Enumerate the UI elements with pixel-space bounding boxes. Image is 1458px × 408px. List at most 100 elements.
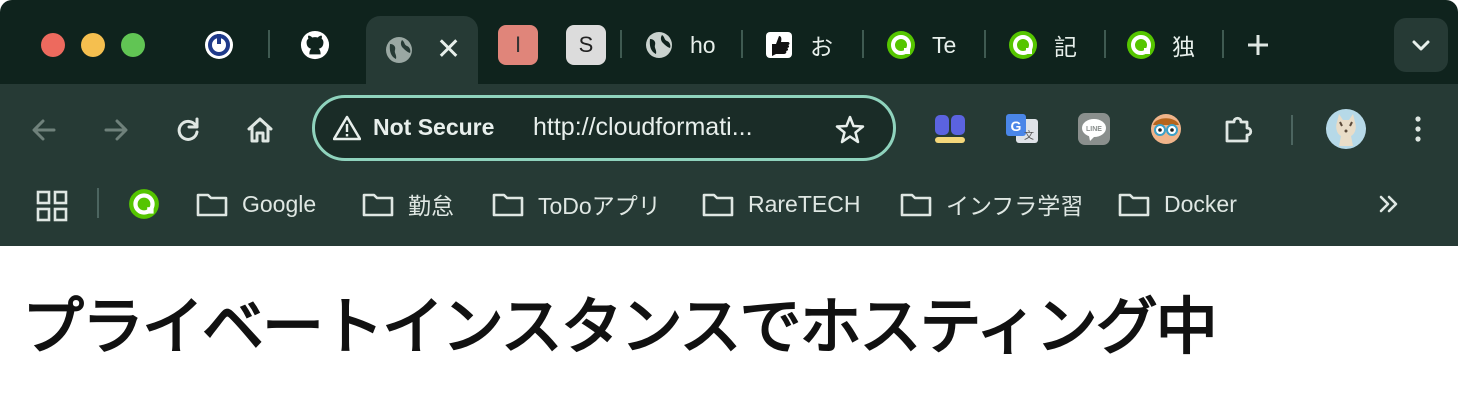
folder-icon	[1118, 193, 1150, 217]
tab-title: ho	[690, 31, 716, 58]
bookmark-label: インフラ学習	[946, 193, 1084, 219]
tab-ho[interactable]: ho	[644, 20, 720, 70]
address-bar[interactable]: Not Secure http://cloudformati...	[312, 95, 896, 161]
svg-text:G: G	[1011, 118, 1022, 134]
thumbs-up-icon	[764, 30, 794, 60]
url-text[interactable]: http://cloudformati...	[533, 113, 753, 142]
globe-icon	[644, 30, 674, 60]
qiita-icon	[1126, 30, 1156, 60]
reload-button[interactable]	[166, 108, 210, 152]
letter-i-icon: I	[498, 25, 538, 65]
tab-separator	[741, 30, 743, 58]
apps-grid-icon	[36, 190, 68, 222]
forward-button[interactable]	[94, 108, 138, 152]
extension-line[interactable]: LINE	[1074, 109, 1114, 149]
back-button[interactable]	[22, 108, 66, 152]
tab-title: 記	[1054, 34, 1077, 60]
bookmark-label: 勤怠	[408, 193, 454, 219]
tab-qiita-ki[interactable]: 記	[1008, 20, 1084, 70]
bookmark-folder-docker[interactable]: Docker	[1118, 186, 1237, 222]
folder-icon	[492, 193, 524, 217]
qiita-icon	[1008, 30, 1038, 60]
security-status-label[interactable]: Not Secure	[373, 114, 494, 141]
svg-text:LINE: LINE	[1086, 126, 1102, 133]
warning-icon[interactable]	[333, 115, 361, 141]
folder-icon	[702, 193, 734, 217]
folder-icon	[900, 193, 932, 217]
chevron-down-icon	[1412, 40, 1430, 51]
bookmark-label: Google	[242, 190, 317, 217]
tab-title: お	[810, 34, 833, 60]
bookmark-folder-todo[interactable]: ToDoアプリ	[492, 186, 661, 222]
maximize-window-button[interactable]	[121, 33, 145, 57]
avatar-cat-icon	[1326, 109, 1366, 149]
bookmarks-overflow-button[interactable]	[1376, 186, 1402, 222]
home-button[interactable]	[238, 108, 282, 152]
tab-search-button[interactable]	[1394, 18, 1448, 72]
kebab-menu-icon	[1415, 116, 1421, 142]
tab-qiita-doku[interactable]: 独	[1126, 20, 1202, 70]
tab-separator	[268, 30, 270, 58]
home-icon	[247, 117, 273, 143]
browser-toolbar: Not Secure http://cloudformati... G文 LIN…	[0, 84, 1458, 246]
extension-people[interactable]	[930, 109, 970, 149]
bookmark-label: Docker	[1164, 190, 1237, 217]
tab-separator	[620, 30, 622, 58]
profile-avatar[interactable]	[1324, 107, 1368, 151]
tab-separator	[862, 30, 864, 58]
arrow-right-icon	[104, 119, 128, 141]
qiita-icon	[886, 30, 916, 60]
clock-app-icon	[204, 30, 234, 60]
reload-icon	[177, 117, 199, 141]
qiita-icon	[129, 189, 159, 219]
tab-github[interactable]	[300, 20, 330, 70]
tab-separator	[1222, 30, 1224, 58]
double-chevron-right-icon	[1379, 195, 1398, 213]
tab-qiita-te[interactable]: Te	[886, 20, 962, 70]
bookmark-label: ToDoアプリ	[538, 193, 661, 219]
bookmark-folder-raretech[interactable]: RareTECH	[702, 186, 860, 222]
browser-window: ✕ I S ho お Te 記 独 Not Secure http://clou…	[0, 0, 1458, 246]
page-heading: プライベートインスタンスでホスティング中	[22, 290, 1218, 363]
github-icon	[300, 30, 330, 60]
extensions-menu-button[interactable]	[1218, 109, 1258, 149]
extension-glasses[interactable]	[1146, 109, 1186, 149]
translate-icon: G文	[1006, 114, 1038, 143]
tab-active-page[interactable]: ✕	[366, 16, 478, 84]
puzzle-icon	[1225, 116, 1253, 143]
people-extension-icon	[935, 115, 965, 143]
bookmark-folder-kintai[interactable]: 勤怠	[362, 186, 454, 222]
toolbar-separator	[1291, 115, 1293, 145]
tab-clock-app[interactable]	[204, 20, 234, 70]
tab-s[interactable]: S	[566, 20, 606, 70]
line-icon: LINE	[1078, 113, 1110, 145]
bookmark-label: RareTECH	[748, 190, 861, 217]
extension-google-translate[interactable]: G文	[1002, 109, 1042, 149]
folder-icon	[362, 193, 394, 217]
close-window-button[interactable]	[41, 33, 65, 57]
browser-menu-button[interactable]	[1398, 109, 1438, 149]
glasses-face-icon	[1151, 114, 1181, 144]
folder-icon	[196, 193, 228, 217]
arrow-left-icon	[32, 119, 56, 141]
tab-strip: ✕ I S ho お Te 記 独	[0, 0, 1458, 84]
bookmarks-separator	[97, 188, 99, 218]
globe-icon	[384, 35, 414, 65]
star-icon[interactable]	[835, 115, 865, 145]
minimize-window-button[interactable]	[81, 33, 105, 57]
bookmark-folder-google[interactable]: Google	[196, 186, 316, 222]
tab-title: 独	[1172, 34, 1195, 60]
tab-separator	[1104, 30, 1106, 58]
svg-text:文: 文	[1024, 129, 1034, 142]
tab-i[interactable]: I	[498, 20, 538, 70]
plus-icon	[1248, 35, 1268, 55]
tab-title: Te	[932, 31, 957, 58]
bookmark-folder-infra[interactable]: インフラ学習	[900, 186, 1083, 222]
tab-separator	[984, 30, 986, 58]
tab-thumbs[interactable]: お	[764, 20, 840, 70]
bookmark-qiita[interactable]	[128, 186, 160, 222]
letter-s-icon: S	[566, 25, 606, 65]
close-tab-button[interactable]: ✕	[436, 35, 461, 65]
apps-button[interactable]	[36, 188, 68, 224]
new-tab-button[interactable]	[1244, 20, 1272, 70]
